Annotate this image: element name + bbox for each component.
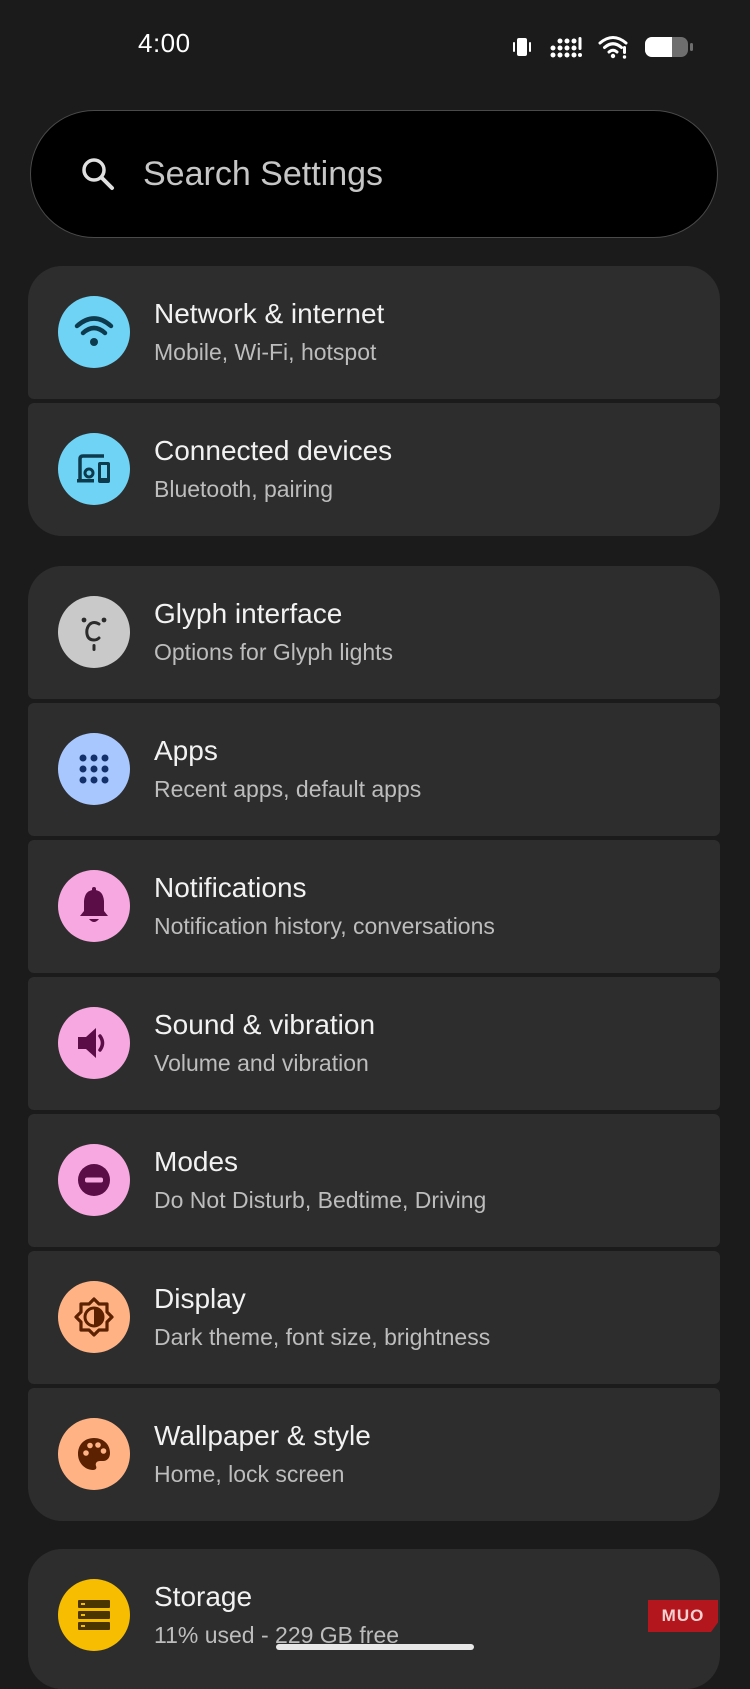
settings-item-storage[interactable]: Storage 11% used - 229 GB free [28,1549,720,1689]
settings-item-title: Modes [154,1146,239,1177]
settings-item-title: Notifications [154,872,307,903]
settings-item-title: Connected devices [154,435,393,466]
search-input[interactable] [141,153,665,195]
settings-item-subtitle: Recent apps, default apps [154,776,422,802]
settings-item-subtitle: Volume and vibration [154,1050,369,1076]
settings-item-apps[interactable]: Apps Recent apps, default apps [28,703,720,836]
wifi-icon [58,296,130,368]
settings-item-title: Glyph interface [154,598,343,629]
settings-item-subtitle: Bluetooth, pairing [154,476,334,502]
settings-item-subtitle: Do Not Disturb, Bedtime, Driving [154,1187,487,1213]
settings-item-subtitle: Home, lock screen [154,1461,345,1487]
speaker-icon [58,1007,130,1079]
bell-icon [58,870,130,942]
settings-item-glyph[interactable]: Glyph interface Options for Glyph lights [28,566,720,699]
settings-item-subtitle: Notification history, conversations [154,913,495,939]
settings-item-network[interactable]: Network & internet Mobile, Wi-Fi, hotspo… [28,266,720,399]
glyph-icon [58,596,130,668]
settings-item-title: Display [154,1283,246,1314]
battery-icon [644,35,694,59]
cellular-signal-icon [550,34,582,60]
settings-group-connectivity: Network & internet Mobile, Wi-Fi, hotspo… [28,266,720,536]
status-icons [510,32,694,62]
watermark-logo: MUO [648,1600,718,1632]
settings-item-notifications[interactable]: Notifications Notification history, conv… [28,840,720,973]
settings-item-connected-devices[interactable]: Connected devices Bluetooth, pairing [28,403,720,536]
apps-grid-icon [58,733,130,805]
settings-item-subtitle: Options for Glyph lights [154,639,394,665]
search-bar[interactable] [30,110,718,238]
palette-icon [58,1418,130,1490]
settings-item-title: Sound & vibration [154,1009,376,1040]
settings-item-wallpaper[interactable]: Wallpaper & style Home, lock screen [28,1388,720,1521]
settings-group-storage: Storage 11% used - 229 GB free [28,1549,720,1689]
home-indicator[interactable] [276,1644,474,1650]
wifi-icon [598,35,628,59]
search-icon [77,153,119,195]
settings-item-title: Storage [154,1581,253,1612]
brightness-icon [58,1281,130,1353]
settings-item-subtitle: Mobile, Wi-Fi, hotspot [154,339,377,365]
settings-item-title: Wallpaper & style [154,1420,371,1451]
do-not-disturb-icon [58,1144,130,1216]
status-time: 4:00 [138,28,191,58]
settings-item-subtitle: Dark theme, font size, brightness [154,1324,491,1350]
settings-item-display[interactable]: Display Dark theme, font size, brightnes… [28,1251,720,1384]
settings-item-title: Network & internet [154,298,385,329]
settings-group-main: Glyph interface Options for Glyph lights… [28,566,720,1521]
storage-icon [58,1579,130,1651]
status-bar: 4:00 [0,0,750,92]
vibrate-icon [510,35,534,59]
settings-item-title: Apps [154,735,218,766]
settings-item-sound[interactable]: Sound & vibration Volume and vibration [28,977,720,1110]
settings-item-modes[interactable]: Modes Do Not Disturb, Bedtime, Driving [28,1114,720,1247]
connected-devices-icon [58,433,130,505]
